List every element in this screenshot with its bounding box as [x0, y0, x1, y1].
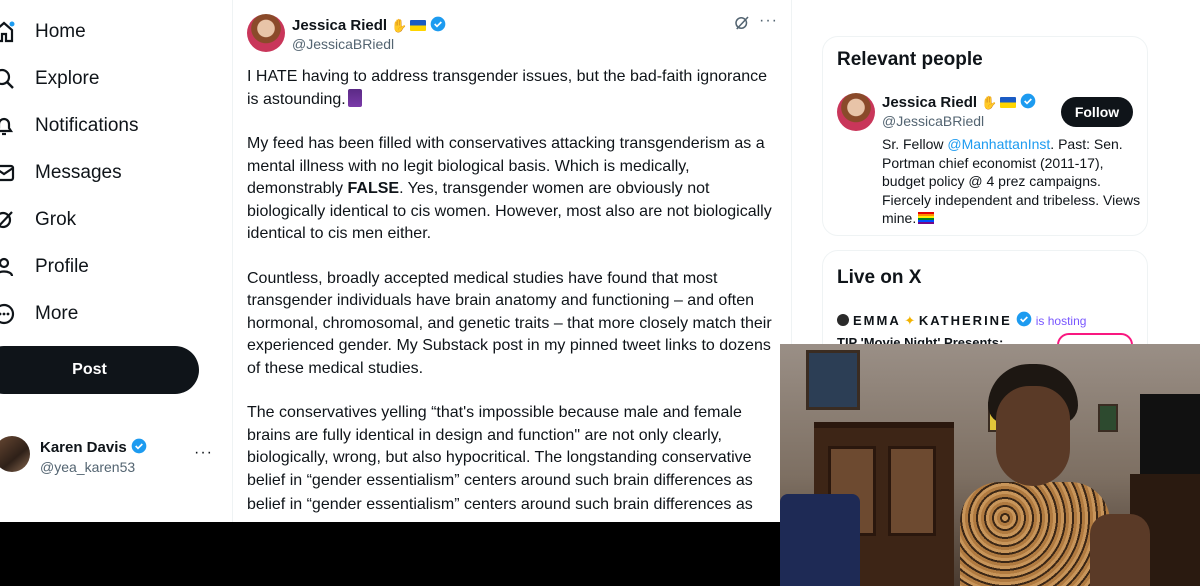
- scroll-emoji-icon: [347, 88, 362, 107]
- tweet-paragraph-1: I HATE having to address transgender iss…: [247, 66, 777, 111]
- nav-label-messages: Messages: [35, 162, 122, 183]
- tweet-toolbar: ···: [733, 12, 783, 34]
- verified-badge-icon: [131, 438, 147, 454]
- avatar: [0, 436, 30, 472]
- author-name: Jessica Riedl: [292, 17, 388, 34]
- tweet-paragraph-4: The conservatives yelling “that's imposs…: [247, 404, 753, 489]
- tweet-p2-bold: FALSE: [347, 180, 400, 197]
- nav-label-explore: Explore: [35, 68, 100, 89]
- tweet-paragraph-3: Countless, broadly accepted medical stud…: [247, 269, 772, 377]
- nav-label-grok: Grok: [35, 209, 77, 230]
- host-avatar: [837, 314, 849, 326]
- author-avatar[interactable]: [247, 14, 285, 52]
- account-name-row: Karen Davis: [40, 438, 147, 456]
- arm: [1090, 514, 1150, 586]
- tweet-scroll-artifact: belief in “gender essentialism” centers …: [247, 496, 753, 513]
- face: [996, 386, 1070, 486]
- home-icon: [0, 21, 15, 43]
- relevant-people-card: Relevant people Jessica Riedl ✋ @JessicaB…: [822, 36, 1148, 236]
- nav-label-home: Home: [35, 21, 86, 42]
- nav-label-profile: Profile: [35, 256, 89, 277]
- tweet-column: Jessica Riedl ✋ @JessicaBRiedl ··· I HATE…: [232, 0, 792, 522]
- relevant-person-bio: Sr. Fellow @ManhattanInst. Past: Sen. Po…: [882, 135, 1144, 228]
- bio-mention-link[interactable]: @ManhattanInst: [947, 136, 1050, 152]
- left-navigation: Home Explore Notifications Messages Grok…: [0, 0, 232, 522]
- webcam-overlay: [780, 344, 1200, 586]
- armchair: [780, 494, 860, 586]
- tweet-header: Jessica Riedl ✋ @JessicaBRiedl: [247, 14, 777, 54]
- clapping-hands-icon: ✋: [391, 18, 408, 33]
- person-icon: [0, 257, 14, 277]
- grok-icon[interactable]: [733, 14, 751, 32]
- author-handle: @JessicaBRiedl: [292, 36, 395, 52]
- account-name: Karen Davis: [40, 439, 127, 456]
- leopard-print-top: [960, 482, 1110, 586]
- tweet-p1-text: I HATE having to address transgender iss…: [247, 68, 768, 108]
- bio-text-a: Sr. Fellow: [882, 136, 948, 152]
- host-name-a: EMMA: [853, 313, 901, 328]
- nav-label-notifications: Notifications: [35, 115, 139, 136]
- verified-badge-icon: [1016, 311, 1032, 327]
- bell-icon: [0, 117, 14, 136]
- cabinet-door: [888, 446, 936, 536]
- post-button[interactable]: Post: [0, 346, 199, 394]
- tweet-more-icon[interactable]: ···: [759, 12, 778, 30]
- account-switcher[interactable]: Karen Davis @yea_karen53 ···: [0, 430, 220, 484]
- hosting-label: is hosting: [1035, 314, 1087, 328]
- relevant-people-title: Relevant people: [837, 49, 983, 70]
- host-name-b: KATHERINE: [918, 313, 1012, 328]
- ukraine-flag-icon: [410, 20, 427, 31]
- ukraine-flag-icon: [1000, 97, 1017, 108]
- search-icon: [0, 68, 14, 89]
- tweet-text: I HATE having to address transgender iss…: [247, 66, 777, 514]
- relevant-person-handle: @JessicaBRiedl: [882, 113, 985, 129]
- author-name-row[interactable]: Jessica Riedl ✋: [292, 16, 446, 34]
- wall-picture: [806, 350, 860, 410]
- relevant-person-avatar[interactable]: [837, 93, 875, 131]
- follow-button[interactable]: Follow: [1061, 97, 1133, 127]
- tweet-paragraph-2: My feed has been filled with conservativ…: [247, 133, 777, 246]
- speaker-person: [940, 364, 1150, 586]
- grok-icon: [0, 211, 13, 229]
- account-handle: @yea_karen53: [40, 459, 136, 475]
- envelope-icon: [0, 164, 15, 182]
- sparkle-icon: ✦: [904, 313, 916, 328]
- television: [1140, 394, 1200, 474]
- relevant-person-name-row[interactable]: Jessica Riedl ✋: [882, 93, 1036, 111]
- verified-badge-icon: [430, 16, 446, 32]
- account-more-icon[interactable]: ···: [194, 444, 213, 462]
- relevant-person-name: Jessica Riedl: [882, 94, 978, 111]
- clapping-hands-icon: ✋: [981, 95, 998, 110]
- live-host-row[interactable]: EMMA ✦ KATHERINE is hosting: [837, 311, 1086, 329]
- verified-badge-icon: [1020, 93, 1036, 109]
- live-title: Live on X: [837, 267, 922, 288]
- rainbow-flag-icon: [918, 212, 935, 224]
- nav-label-more: More: [35, 303, 79, 324]
- more-circle-icon: [0, 303, 15, 325]
